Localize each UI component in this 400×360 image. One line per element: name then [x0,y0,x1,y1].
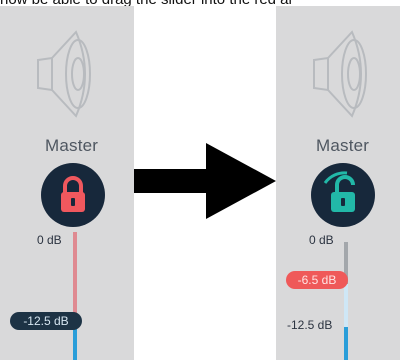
speaker-icon [30,24,102,129]
padlock-open-icon [323,171,355,212]
fader-track-red-zone [73,232,77,322]
limit-db-label: -12.5 dB [287,318,333,332]
speaker-icon [306,24,378,129]
zero-db-label: 0 dB [37,233,62,247]
fader-slider-handle[interactable]: -6.5 dB [286,271,348,289]
fader-slider-handle[interactable]: -12.5 dB [10,312,82,330]
right-mixer-panel: Master 0 dB -6.5 dB -12.5 dB [276,6,400,360]
lock-toggle-button[interactable] [311,163,375,227]
channel-label-master: Master [45,136,99,155]
padlock-closed-icon [61,176,85,212]
right-arrow-icon [134,143,276,228]
left-mixer-panel: Master 0 dB -12.5 dB [0,6,134,360]
zero-db-label: 0 dB [309,233,334,247]
fader-track-fill [344,327,348,360]
channel-label-master: Master [316,136,370,155]
lock-toggle-button[interactable] [41,163,105,227]
fader-track-selection [344,284,348,327]
